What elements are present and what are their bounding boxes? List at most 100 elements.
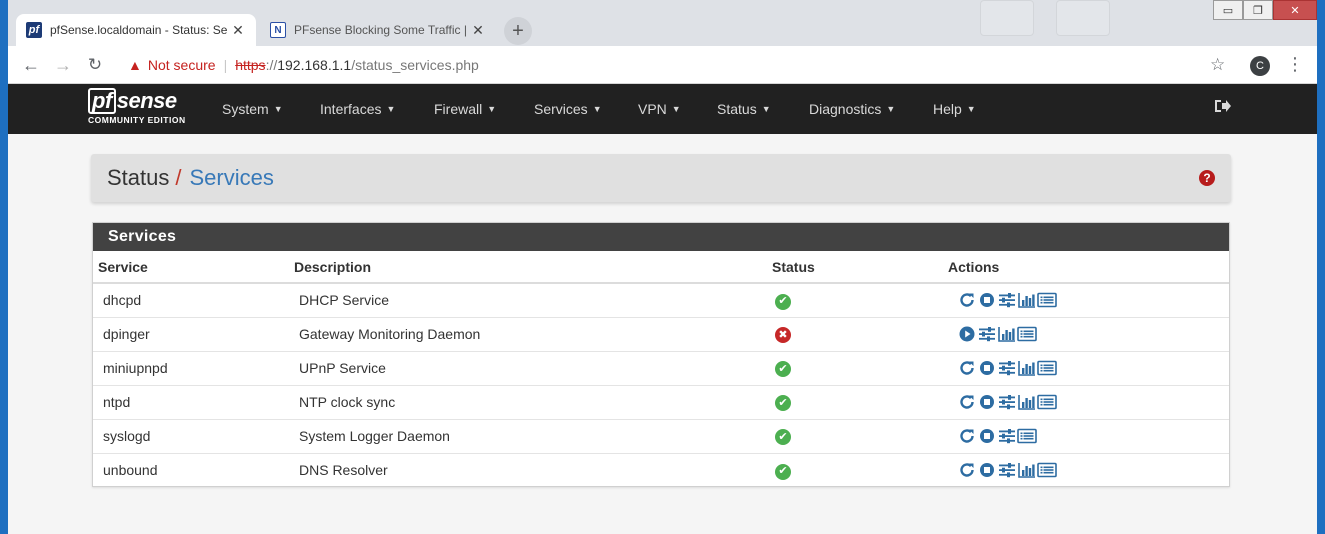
forward-arrow-icon[interactable]: → [52,54,74,76]
menu-services[interactable]: Services ▼ [534,84,602,134]
stop-icon[interactable] [977,290,997,310]
profile-avatar[interactable]: C [1250,56,1270,76]
breadcrumb-current[interactable]: Services [190,165,274,191]
status-running-icon: ✔ [775,395,791,412]
settings-icon[interactable] [997,290,1017,310]
log-icon[interactable] [1017,324,1037,344]
stop-icon[interactable] [977,392,997,412]
service-name: ntpd [93,384,289,419]
new-tab-button[interactable]: + [504,17,532,45]
menu-label: Diagnostics [809,101,882,117]
menu-vpn[interactable]: VPN ▼ [638,84,681,134]
settings-icon[interactable] [977,324,997,344]
graph-icon[interactable] [1017,460,1037,480]
play-icon[interactable] [957,324,977,344]
menu-interfaces[interactable]: Interfaces ▼ [320,84,395,134]
log-icon[interactable] [1037,358,1057,378]
settings-icon[interactable] [997,392,1017,412]
graph-icon[interactable] [1017,290,1037,310]
menu-label: System [222,101,269,117]
browser-tab-active[interactable]: pf pfSense.localdomain - Status: Se ✕ [16,14,256,46]
table-row: ntpd NTP clock sync ✔ [93,384,1229,419]
settings-icon[interactable] [997,460,1017,480]
caret-down-icon: ▼ [592,104,602,114]
window-controls: ▭ ❐ ✕ [1213,0,1317,20]
restart-icon[interactable] [957,358,977,378]
caret-down-icon: ▼ [487,104,497,114]
close-tab-icon[interactable]: ✕ [230,22,246,39]
log-icon[interactable] [1017,426,1037,446]
browser-tab-inactive[interactable]: N PFsense Blocking Some Traffic | N ✕ [260,14,496,46]
address-bar: ← → ↻ ▲ Not secure | https://192.168.1.1… [8,46,1317,84]
graph-icon[interactable] [1017,358,1037,378]
security-label[interactable]: Not secure [148,57,216,73]
restart-icon[interactable] [957,392,977,412]
logo-mark: pf [88,88,116,114]
url-protocol: https [235,57,266,73]
service-status: ✔ [767,350,943,385]
status-running-icon: ✔ [775,463,791,480]
minimize-icon[interactable]: ▭ [1213,0,1243,20]
url-protocol-sep: :// [265,57,278,73]
column-header-service: Service [93,251,289,284]
logo-edition: COMMUNITY EDITION [88,115,186,125]
close-tab-icon[interactable]: ✕ [470,22,486,39]
menu-system[interactable]: System ▼ [222,84,283,134]
restart-icon[interactable] [957,426,977,446]
settings-icon[interactable] [997,426,1017,446]
close-window-icon[interactable]: ✕ [1273,0,1317,20]
table-row: syslogd System Logger Daemon ✔ [93,418,1229,453]
url-field[interactable]: ▲ Not secure | https://192.168.1.1/statu… [118,51,1242,79]
stop-icon[interactable] [977,426,997,446]
service-actions [943,384,1229,419]
stop-icon[interactable] [977,460,997,480]
log-icon[interactable] [1037,460,1057,480]
menu-status[interactable]: Status ▼ [717,84,771,134]
service-actions [943,350,1229,385]
breadcrumb-separator: / [175,165,182,190]
service-status: ✔ [767,418,943,453]
log-icon[interactable] [1037,290,1057,310]
bookmark-star-icon[interactable]: ☆ [1210,55,1225,75]
menu-label: VPN [638,101,667,117]
desktop-icons-background [980,0,1140,46]
menu-firewall[interactable]: Firewall ▼ [434,84,496,134]
settings-icon[interactable] [997,358,1017,378]
menu-label: Firewall [434,101,483,117]
help-icon[interactable]: ? [1199,170,1215,186]
restart-icon[interactable] [957,290,977,310]
browser-window: pf pfSense.localdomain - Status: Se ✕ N … [8,0,1317,534]
menu-help[interactable]: Help ▼ [933,84,976,134]
breadcrumb-parent[interactable]: Status [107,165,169,191]
stop-icon[interactable] [977,358,997,378]
table-row: dpinger Gateway Monitoring Daemon ✖ [93,316,1229,351]
page-content: Status / Services ? Services Service Des… [8,134,1317,534]
restore-icon[interactable]: ❐ [1243,0,1273,20]
service-status: ✔ [767,384,943,419]
service-actions [943,418,1229,453]
browser-menu-icon[interactable]: ⋮ [1286,54,1304,75]
netgate-favicon-icon: N [270,22,286,38]
logout-icon[interactable] [1213,98,1231,119]
service-description: Gateway Monitoring Daemon [289,316,767,351]
logo-text: sense [116,88,177,113]
status-running-icon: ✔ [775,293,791,310]
tab-title: pfSense.localdomain - Status: Se [50,23,228,37]
column-header-status: Status [767,251,943,284]
back-arrow-icon[interactable]: ← [20,54,42,76]
pfsense-logo[interactable]: pf sense COMMUNITY EDITION [88,88,198,130]
reload-icon[interactable]: ↻ [84,54,106,76]
tab-strip: pf pfSense.localdomain - Status: Se ✕ N … [8,0,1317,46]
service-description: System Logger Daemon [289,418,767,453]
menu-diagnostics[interactable]: Diagnostics ▼ [809,84,895,134]
restart-icon[interactable] [957,460,977,480]
tab-title: PFsense Blocking Some Traffic | N [294,23,470,37]
service-status: ✖ [767,316,943,351]
log-icon[interactable] [1037,392,1057,412]
caret-down-icon: ▼ [273,104,283,114]
graph-icon[interactable] [997,324,1017,344]
menu-label: Status [717,101,757,117]
warning-icon: ▲ [128,57,142,73]
graph-icon[interactable] [1017,392,1037,412]
menu-label: Help [933,101,962,117]
